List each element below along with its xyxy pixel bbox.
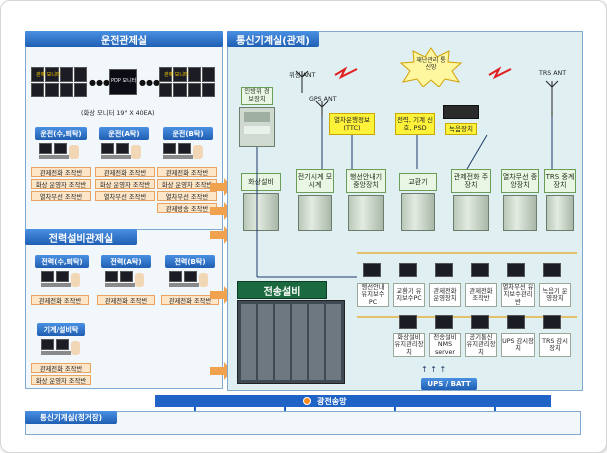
transmission-title: 전송설비 bbox=[237, 281, 327, 299]
terminal-1-1: 교환기 유지보수PC bbox=[393, 283, 425, 307]
monitor-label-2: PDP 모니터 bbox=[111, 78, 137, 84]
group-title-machine: 기계/설비탁 bbox=[37, 323, 85, 336]
power-0-item-0: 관제전화 조작반 bbox=[31, 295, 89, 305]
terminal-2-2: 공기통신 유지관리장치 bbox=[465, 333, 497, 357]
ops-0-item-0: 관제전화 조작반 bbox=[31, 167, 91, 177]
workstation-power-2 bbox=[169, 271, 209, 289]
workstation-power-1 bbox=[105, 271, 145, 289]
terminal-1-0: 행선안내 유지보수PC bbox=[357, 283, 389, 307]
ops-1-item-1: 화상 운영자 조작반 bbox=[95, 179, 155, 189]
terminal-1-4: 열차무선 유지보수관리반 bbox=[501, 283, 535, 307]
machine-item-0: 관제전화 조작반 bbox=[31, 363, 91, 373]
ops-0-item-2: 열차무선 조작반 bbox=[31, 191, 91, 201]
ups-box: UPS / BATT bbox=[421, 378, 477, 390]
monitor-label-1: 관제 모니터 bbox=[36, 72, 61, 78]
terminal-1-5: 녹음기 운영장치 bbox=[539, 283, 571, 307]
ops-0-item-1: 화상 운영자 조작반 bbox=[31, 179, 91, 189]
monitor-wall: 관제 모니터 ●●● PDP 모니터 ●●● 관제 모니터 bbox=[31, 65, 216, 101]
group-title-ops-0: 운전(수,퇴탁) bbox=[35, 127, 87, 140]
station-room-title: 통신기계실(정거장) bbox=[25, 411, 117, 424]
group-title-ops-1: 운전(A탁) bbox=[99, 127, 149, 140]
network-bar bbox=[155, 395, 551, 407]
terminal-2-0: 화상설비 유지관리장치 bbox=[393, 333, 425, 357]
transmission-rack bbox=[237, 300, 345, 384]
terminal-2-1: 전송설비 NMS server bbox=[429, 333, 461, 357]
monitor-caption: (화상 모니터 19" X 40EA) bbox=[81, 110, 155, 117]
ops-1-item-0: 관제전화 조작반 bbox=[95, 167, 155, 177]
group-title-power-1: 전력(A탁) bbox=[101, 255, 151, 268]
ups-arrows: ↑ ↑ ↑ bbox=[421, 365, 447, 374]
workstation-power-0 bbox=[41, 271, 81, 289]
terminal-row-1: 행선안내 유지보수PC 교환기 유지보수PC 관제전화 운영장치 관제전화 조작… bbox=[357, 257, 581, 315]
workstation-ops-0 bbox=[39, 143, 83, 161]
terminal-2-3: UPS 감시장치 bbox=[501, 333, 535, 357]
power-room-title: 전력설비관제실 bbox=[25, 229, 137, 245]
network-icon bbox=[303, 397, 311, 405]
monitor-label-3: 관제 모니터 bbox=[164, 72, 189, 78]
ops-1-item-2: 열차무선 조작반 bbox=[95, 191, 155, 201]
dots-1: ●●● bbox=[89, 78, 110, 87]
workstation-ops-1 bbox=[101, 143, 145, 161]
network-label: 광전송망 bbox=[317, 397, 347, 406]
machine-item-1: 화상 운영자 조작반 bbox=[31, 375, 91, 385]
terminal-1-2: 관제전화 운영장치 bbox=[429, 283, 461, 307]
power-groups: 전력(수,퇴탁) 관제전화 조작반 전력(A탁) 관제전화 조작반 전력(B탁)… bbox=[31, 255, 221, 315]
terminal-row-2: 화상설비 유지관리장치 전송설비 NMS server 공기통신 유지관리장치 … bbox=[357, 313, 581, 365]
ops-groups: 운전(수,퇴탁) 관제전화 조작반 화상 운영자 조작반 열차무선 조작반 운전… bbox=[31, 127, 221, 227]
workstation-machine bbox=[41, 339, 81, 357]
terminal-2-4: TRS 감시장치 bbox=[539, 333, 571, 357]
control-room-title: 운전관제실 bbox=[25, 31, 223, 47]
power-1-item-0: 관제전화 조작반 bbox=[97, 295, 155, 305]
dots-2: ●●● bbox=[139, 78, 160, 87]
group-title-power-0: 전력(수,퇴탁) bbox=[35, 255, 89, 268]
comm-room-title: 통신기계실(관제) bbox=[227, 31, 319, 47]
diagram-frame: 운전관제실 관제 모니터 ●●● PDP 모니터 ●●● 관제 모니터 (화상 … bbox=[0, 0, 607, 453]
terminal-1-3: 관제전화 조작반 bbox=[465, 283, 497, 307]
